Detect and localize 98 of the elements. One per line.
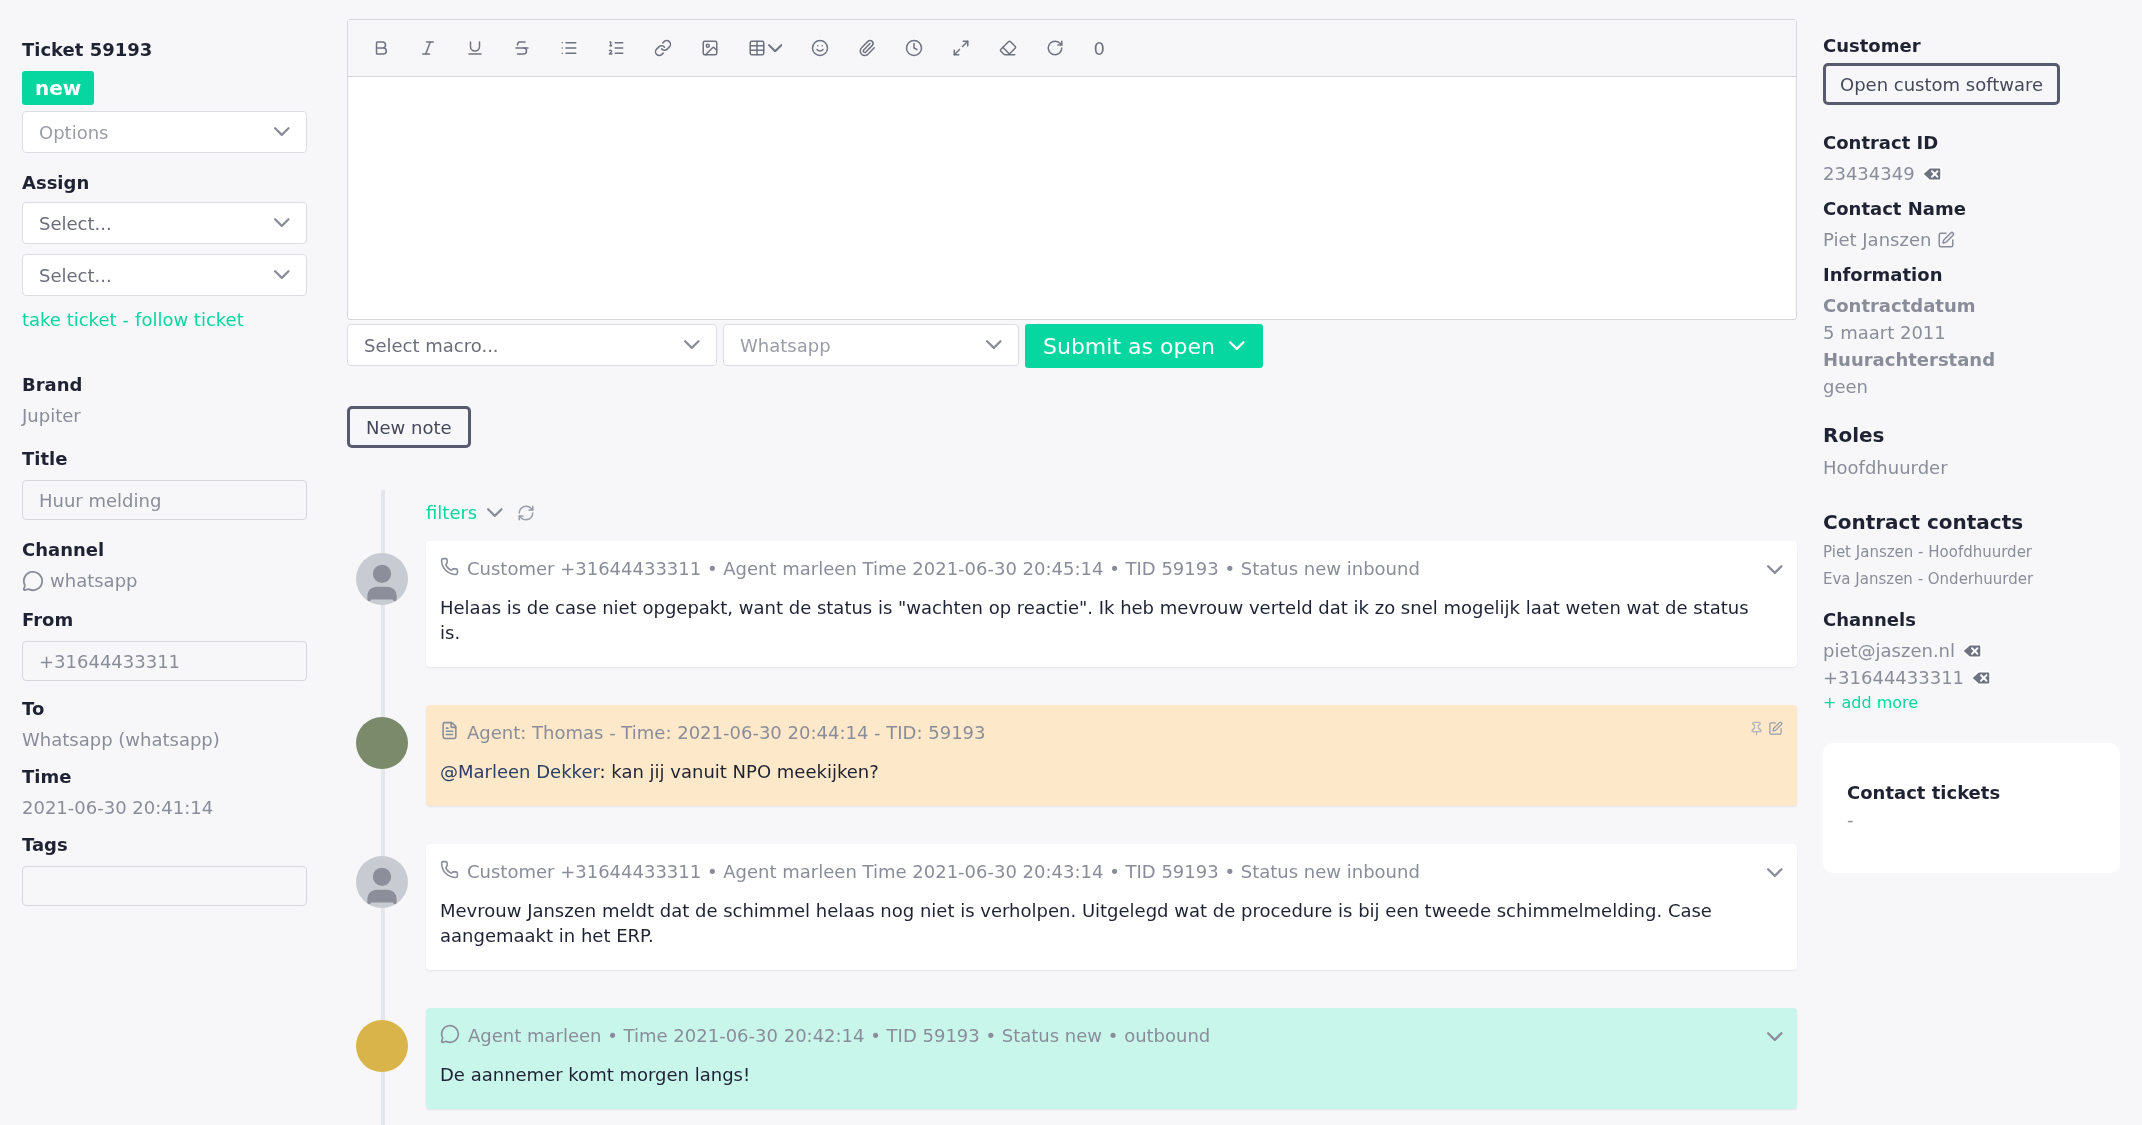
refresh-icon[interactable] (516, 503, 535, 522)
message-text: @Marleen Dekker: kan jij vanuit NPO meekijken? (440, 760, 880, 784)
field-value: whatsapp (50, 569, 138, 593)
avatar-photo (356, 717, 408, 769)
field-value: - (1847, 808, 1855, 832)
field-value: 2021-06-30 20:41:14 (22, 796, 215, 820)
field-label: Title (22, 447, 69, 471)
field-value: Hoofdhuurder (1823, 456, 1948, 480)
message-header: Agent: Thomas - Time: 2021-06-30 20:44:14 - TID: 59193 (467, 721, 987, 745)
avatar-photo (356, 1020, 408, 1072)
field-label: Tags (22, 833, 69, 857)
field-label: Contract contacts (1823, 509, 2024, 536)
tags-field[interactable] (22, 866, 307, 906)
follow-ticket-link[interactable]: follow ticket (135, 306, 244, 333)
clock-icon[interactable] (905, 39, 924, 57)
chevron-down-icon (274, 127, 290, 137)
info-term: Contractdatum (1823, 294, 1977, 318)
info-term: Huurachterstand (1823, 348, 1996, 372)
chevron-down-icon (274, 270, 290, 280)
message-header: Customer +31644433311 • Agent marleen Time 2021-06-30 20:43:14 • TID 59193 • Status new inbound (467, 860, 1421, 884)
message-text: Helaas is de case niet opgepakt, want de status is "wachten op reactie". Ik heb mevrouw verteld dat ik zo snel mogelijk laat weten wat de status is. (440, 596, 1750, 645)
text-editor[interactable]: 0 (347, 19, 1797, 320)
options-dropdown[interactable]: Options (22, 111, 307, 153)
smile-icon[interactable] (811, 39, 830, 57)
table-icon (748, 39, 766, 57)
assign-dropdown[interactable]: Select... (22, 254, 307, 296)
whatsapp-icon (22, 569, 44, 592)
chevron-down-icon (684, 340, 700, 350)
new-note-button[interactable]: New note (347, 406, 471, 448)
chevron-down-icon[interactable] (1767, 868, 1783, 878)
field-label: From (22, 608, 75, 632)
eraser-icon[interactable] (999, 39, 1018, 57)
expand-icon[interactable] (952, 39, 971, 57)
add-more-link[interactable]: + add more (1823, 691, 1993, 715)
field-label: Assign (22, 171, 91, 195)
field-label: Brand (22, 373, 84, 397)
numbered-list-icon[interactable] (607, 39, 625, 57)
edit-icon[interactable] (1768, 721, 1783, 736)
field-label: Contract ID (1823, 131, 1939, 155)
from-field[interactable]: +31644433311 (22, 641, 307, 681)
avatar-icon (356, 856, 408, 908)
field-label: Customer (1823, 34, 1921, 58)
channel-dropdown[interactable]: Whatsapp (723, 324, 1019, 366)
field-value: geen (1823, 375, 1869, 399)
link-icon[interactable] (654, 39, 672, 57)
field-label: Channel (22, 538, 106, 562)
message-header: Agent marleen • Time 2021-06-30 20:42:14 • TID 59193 • Status new • outbound (468, 1024, 1212, 1048)
assign-dropdown[interactable]: Select... (22, 202, 307, 244)
field-label: Contact Name (1823, 197, 1966, 221)
chevron-down-icon (487, 507, 503, 518)
field-value: +31644433311 (1823, 666, 1965, 690)
table-button[interactable] (748, 39, 783, 57)
bullet-list-icon[interactable] (560, 39, 578, 57)
phone-icon (440, 860, 459, 879)
take-ticket-link[interactable]: take ticket (22, 306, 117, 333)
filters-button[interactable]: filters (426, 499, 503, 526)
message-text: De aannemer komt morgen langs! (440, 1063, 752, 1087)
field-value: 5 maart 2011 (1823, 321, 1947, 345)
note-icon (440, 721, 459, 740)
submit-button[interactable]: Submit as open (1025, 324, 1263, 368)
field-label: Channels (1823, 608, 1916, 632)
field-label: Contact tickets (1847, 781, 2002, 805)
contract-contact: Piet Janszen - Hoofdhuurder (1823, 542, 2034, 563)
field-value: Whatsapp (whatsapp) (22, 728, 221, 752)
contract-contact: Eva Janszen - Onderhuurder (1823, 568, 2034, 590)
chevron-down-icon (986, 340, 1002, 350)
redo-icon[interactable] (1046, 39, 1065, 57)
status-badge: new (22, 71, 95, 105)
field-value: Jupiter (22, 404, 82, 428)
field-label: To (22, 697, 46, 721)
character-counter: 0 (1093, 36, 1105, 61)
open-software-button[interactable]: Open custom software (1823, 63, 2061, 105)
edit-icon[interactable] (1937, 230, 1956, 249)
italic-icon[interactable] (419, 39, 437, 57)
field-label: Roles (1823, 422, 1885, 449)
phone-icon (440, 557, 459, 576)
message-header: Customer +31644433311 • Agent marleen Time 2021-06-30 20:45:14 • TID 59193 • Status new inbound (467, 557, 1421, 581)
image-icon[interactable] (701, 39, 719, 57)
chevron-down-icon (274, 218, 290, 228)
field-label: Information (1823, 263, 1943, 287)
chevron-down-icon (768, 43, 783, 53)
macro-dropdown[interactable]: Select macro... (347, 324, 717, 366)
message-text: Mevrouw Janszen meldt dat de schimmel helaas nog niet is verholpen. Uitgelegd wat de procedure is bij een tweede schimmelmelding. Case aangemaakt in het ERP. (440, 899, 1713, 948)
strikethrough-icon[interactable] (513, 39, 531, 57)
paperclip-icon[interactable] (858, 39, 877, 57)
chevron-down-icon[interactable] (1767, 1032, 1783, 1042)
chevron-down-icon[interactable] (1767, 565, 1783, 575)
chevron-down-icon (1229, 341, 1245, 351)
field-value: piet@jaszen.nl (1823, 639, 1956, 663)
field-label: Ticket 59193 (22, 38, 154, 62)
title-field[interactable]: Huur melding (22, 480, 307, 520)
separator-text: - (122, 308, 130, 332)
underline-icon[interactable] (466, 39, 484, 57)
whatsapp-icon (440, 1024, 460, 1044)
field-value: 23434349 (1823, 162, 1915, 186)
field-value: Piet Janszen (1823, 228, 1932, 252)
field-label: Time (22, 765, 73, 789)
avatar-icon (356, 553, 408, 605)
